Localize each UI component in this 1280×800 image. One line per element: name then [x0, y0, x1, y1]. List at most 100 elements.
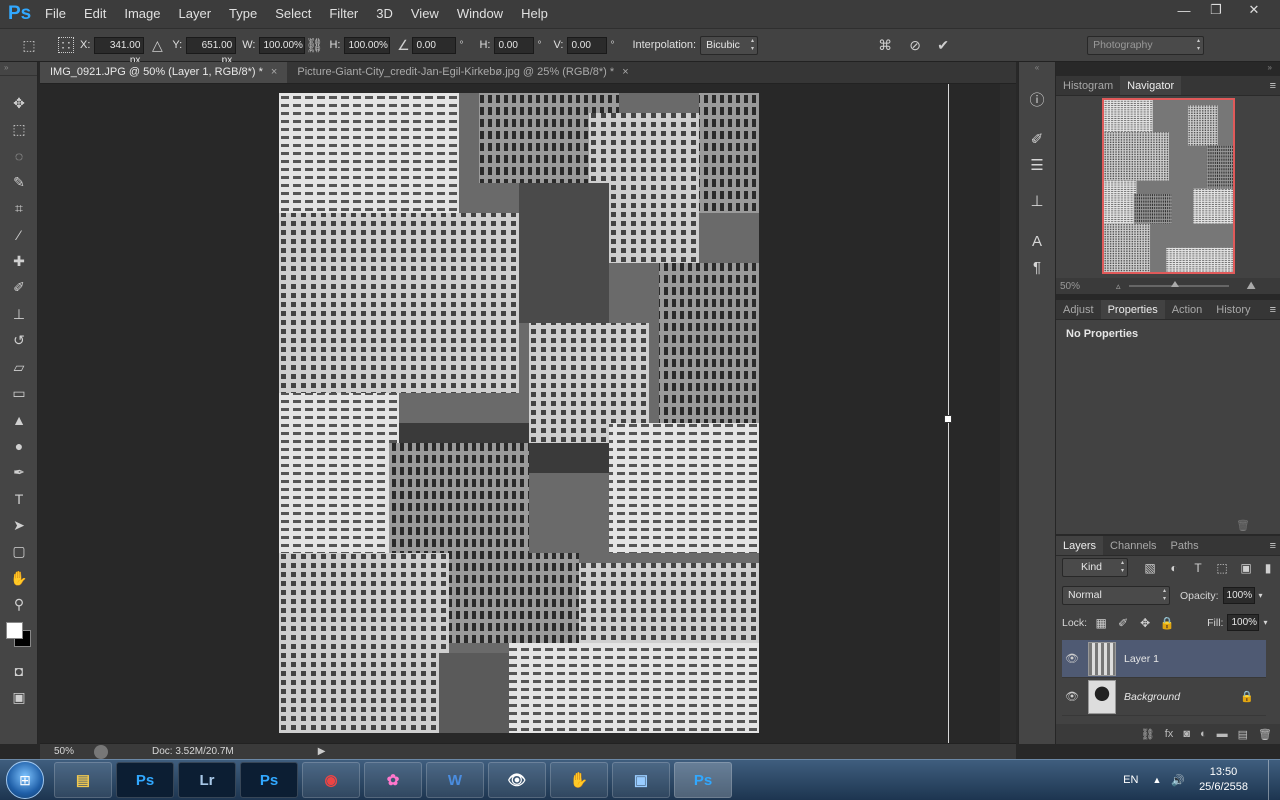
gradient-tool-icon[interactable]: ▭: [0, 380, 38, 406]
type-tool-icon[interactable]: T: [0, 486, 38, 512]
crop-tool-icon[interactable]: ⌗: [0, 196, 38, 222]
menu-filter[interactable]: Filter: [320, 0, 367, 28]
screen-mode-icon[interactable]: ▣: [0, 684, 38, 710]
tab-actions[interactable]: Action: [1165, 300, 1210, 319]
filter-adjustment-icon[interactable]: ◐: [1166, 560, 1182, 576]
link-icon[interactable]: ⛓: [305, 36, 324, 54]
filter-shape-icon[interactable]: ⬚: [1214, 560, 1230, 576]
tab-adjustments[interactable]: Adjust: [1056, 300, 1101, 319]
lock-position-icon[interactable]: ✥: [1137, 615, 1153, 631]
panel-menu-icon[interactable]: ≡: [1270, 300, 1276, 320]
status-menu-arrow-icon[interactable]: ▶: [318, 746, 326, 757]
lock-transparent-icon[interactable]: ▦: [1093, 615, 1109, 631]
blur-tool-icon[interactable]: ▲: [0, 407, 38, 433]
lasso-tool-icon[interactable]: ◌: [0, 143, 38, 169]
blend-mode-select[interactable]: Normal: [1062, 586, 1170, 605]
start-button[interactable]: ⊞: [6, 761, 44, 799]
zoom-slider-thumb[interactable]: [1170, 281, 1179, 287]
show-desktop-button[interactable]: [1268, 760, 1280, 800]
zoom-tool-icon[interactable]: ⚲: [0, 591, 38, 617]
opacity-field[interactable]: 100%: [1222, 587, 1255, 604]
fill-dropdown-icon[interactable]: ▾: [1263, 618, 1267, 627]
eyedropper-tool-icon[interactable]: ⁄: [0, 222, 38, 248]
menu-type[interactable]: Type: [220, 0, 266, 28]
new-group-icon[interactable]: ▬: [1217, 728, 1228, 740]
link-layers-icon[interactable]: ⛓: [1141, 728, 1155, 741]
w-field[interactable]: 100.00%: [259, 36, 306, 54]
panels-grip[interactable]: »: [1056, 62, 1280, 76]
path-select-tool-icon[interactable]: ➤: [0, 512, 38, 538]
add-mask-icon[interactable]: ◙: [1183, 728, 1190, 740]
hskew-field[interactable]: 0.00: [494, 36, 535, 54]
warp-icon[interactable]: ⌘: [876, 36, 894, 54]
brush-tool-icon[interactable]: ✐: [0, 275, 38, 301]
taskbar-photoshop-icon[interactable]: Ps: [116, 762, 174, 798]
clone-stamp-tool-icon[interactable]: ⊥: [0, 301, 38, 327]
filter-type-icon[interactable]: T: [1190, 560, 1206, 576]
commit-transform-icon[interactable]: ✔: [934, 36, 952, 54]
character-icon[interactable]: A: [1019, 228, 1055, 254]
tab-paths[interactable]: Paths: [1164, 536, 1206, 555]
tab-close-icon[interactable]: ×: [271, 62, 277, 83]
tab-layers[interactable]: Layers: [1056, 536, 1104, 555]
panel-menu-icon[interactable]: ≡: [1270, 76, 1276, 96]
taskbar-photos-icon[interactable]: ▣: [612, 762, 670, 798]
brush-presets-icon[interactable]: ✐: [1019, 126, 1055, 152]
navigator-zoom[interactable]: 50%: [1056, 281, 1096, 292]
taskbar-viewer-icon[interactable]: 👁: [488, 762, 546, 798]
trash-icon[interactable]: 🗑: [1236, 519, 1250, 532]
menu-file[interactable]: File: [36, 0, 75, 28]
layer-row-background[interactable]: 👁 Background 🔒: [1062, 678, 1266, 716]
zoom-out-icon[interactable]: ▵: [1116, 281, 1121, 292]
filter-smart-object-icon[interactable]: ▣: [1238, 560, 1254, 576]
tab-giant-city[interactable]: Picture-Giant-City_credit-Jan-Egil-Kirke…: [287, 62, 638, 83]
new-adjustment-icon[interactable]: ◐: [1200, 728, 1207, 740]
eraser-tool-icon[interactable]: ▱: [0, 354, 38, 380]
menu-edit[interactable]: Edit: [75, 0, 115, 28]
rectangle-tool-icon[interactable]: ▢: [0, 539, 38, 565]
tab-properties[interactable]: Properties: [1100, 300, 1165, 319]
reference-point-icon[interactable]: ∷: [58, 37, 74, 53]
tray-expand-icon[interactable]: ▲: [1152, 775, 1161, 785]
delta-icon[interactable]: △: [148, 36, 166, 54]
navigator-preview[interactable]: [1102, 98, 1235, 274]
h-field[interactable]: 100.00%: [344, 36, 391, 54]
taskbar-photoshop-active-icon[interactable]: Ps: [674, 762, 732, 798]
tab-history[interactable]: History: [1209, 300, 1257, 319]
tab-img-0921[interactable]: IMG_0921.JPG @ 50% (Layer 1, RGB/8*) * ×: [40, 62, 288, 83]
quick-select-tool-icon[interactable]: ✎: [0, 169, 38, 195]
filter-pixel-icon[interactable]: ▧: [1142, 560, 1158, 576]
lock-all-icon[interactable]: 🔒: [1159, 615, 1175, 631]
menu-3d[interactable]: 3D: [367, 0, 402, 28]
transform-handle[interactable]: [944, 415, 952, 423]
taskbar-lightroom-icon[interactable]: Lr: [178, 762, 236, 798]
delete-layer-icon[interactable]: 🗑: [1258, 728, 1272, 741]
menu-select[interactable]: Select: [266, 0, 320, 28]
x-field[interactable]: 341.00 px: [94, 36, 145, 66]
tab-close-icon[interactable]: ×: [622, 62, 628, 83]
navigator-zoom-slider[interactable]: [1128, 281, 1229, 287]
hand-tool-icon[interactable]: ✋: [0, 565, 38, 591]
taskbar-word-icon[interactable]: W: [426, 762, 484, 798]
kind-filter-select[interactable]: Kind: [1062, 558, 1128, 577]
healing-brush-tool-icon[interactable]: ✚: [0, 248, 38, 274]
zoom-level[interactable]: 50%: [40, 746, 86, 757]
taskbar-paint-icon[interactable]: ✿: [364, 762, 422, 798]
taskbar-chrome-icon[interactable]: ◉: [302, 762, 360, 798]
visibility-eye-icon[interactable]: 👁: [1062, 690, 1082, 703]
history-brush-tool-icon[interactable]: ↺: [0, 328, 38, 354]
pen-tool-icon[interactable]: ✒: [0, 459, 38, 485]
quick-mask-icon[interactable]: ◘: [0, 658, 38, 684]
clone-source-icon[interactable]: ⊥: [1019, 188, 1055, 214]
zoom-in-icon[interactable]: ⛰: [1247, 280, 1256, 293]
fill-field[interactable]: 100%: [1227, 614, 1260, 631]
filter-toggle-icon[interactable]: ▮: [1260, 560, 1276, 576]
tab-histogram[interactable]: Histogram: [1056, 76, 1120, 95]
cancel-transform-icon[interactable]: ⊘: [906, 36, 924, 54]
y-field[interactable]: 651.00 px: [186, 36, 237, 66]
layer-style-icon[interactable]: fx: [1165, 728, 1174, 740]
menu-window[interactable]: Window: [448, 0, 512, 28]
marquee-tool-icon[interactable]: ⬚: [0, 116, 38, 142]
tab-navigator[interactable]: Navigator: [1120, 76, 1182, 95]
menu-view[interactable]: View: [402, 0, 448, 28]
